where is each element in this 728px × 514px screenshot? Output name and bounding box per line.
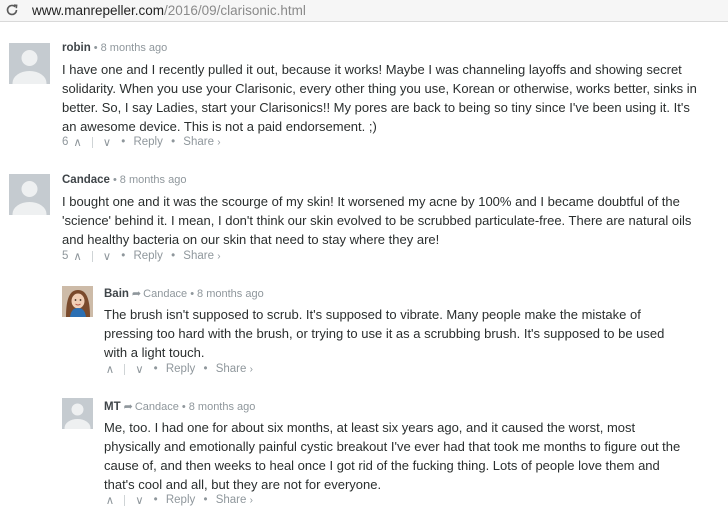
comment-meta: Candace • 8 months ago bbox=[62, 174, 186, 186]
upvote-icon[interactable]: ∧ bbox=[104, 362, 116, 376]
meta-dot: • bbox=[190, 288, 195, 300]
comment-line: solidarity. When you use your Clarisonic… bbox=[62, 81, 697, 96]
reply-button[interactable]: Reply bbox=[166, 363, 195, 375]
share-chevron-icon: › bbox=[249, 494, 253, 506]
footer-dot: • bbox=[203, 363, 208, 375]
parent-author-link[interactable]: Candace bbox=[135, 401, 179, 413]
timestamp[interactable]: 8 months ago bbox=[197, 288, 264, 300]
url-host: www.manrepeller.com bbox=[32, 3, 165, 18]
author-name[interactable]: MT bbox=[104, 401, 121, 413]
comment-line: with a light touch. bbox=[104, 345, 205, 360]
upvote-icon[interactable]: ∧ bbox=[72, 135, 84, 149]
downvote-icon[interactable]: ∨ bbox=[133, 493, 145, 507]
reply-button[interactable]: Reply bbox=[133, 250, 162, 262]
vote-count: 6 bbox=[62, 136, 69, 148]
address-bar[interactable]: www.manrepeller.com/2016/09/clarisonic.h… bbox=[0, 0, 728, 22]
url-text[interactable]: www.manrepeller.com/2016/09/clarisonic.h… bbox=[32, 3, 306, 18]
footer-dot: • bbox=[121, 250, 126, 262]
avatar[interactable] bbox=[62, 286, 93, 317]
comment-line: better. So, I say Ladies, start your Cla… bbox=[62, 100, 690, 115]
vote-divider bbox=[91, 250, 93, 262]
meta-dot: • bbox=[181, 401, 186, 413]
upvote-icon[interactable]: ∧ bbox=[104, 493, 116, 507]
share-chevron-icon: › bbox=[217, 136, 221, 148]
avatar[interactable] bbox=[9, 43, 50, 84]
reply-arrow-icon: ➦ bbox=[131, 288, 142, 300]
comment-line: and healthy bacteria on our skin that ne… bbox=[62, 232, 440, 247]
author-name[interactable]: Bain bbox=[104, 288, 129, 300]
comment-footer: 5 ∧ ∨ • Reply • Share › bbox=[62, 249, 221, 263]
avatar[interactable] bbox=[62, 398, 93, 429]
comment-body: I bought one and it was the scourge of m… bbox=[62, 192, 722, 249]
reload-icon[interactable] bbox=[4, 2, 20, 18]
comment-footer: ∧ ∨ • Reply • Share › bbox=[104, 493, 253, 507]
comment-footer: ∧ ∨ • Reply • Share › bbox=[104, 362, 253, 376]
share-button[interactable]: Share bbox=[183, 136, 214, 148]
avatar[interactable] bbox=[9, 174, 50, 215]
comment-body: I have one and I recently pulled it out,… bbox=[62, 60, 722, 136]
comment-line: Me, too. I had one for about six months,… bbox=[104, 420, 636, 435]
comment-body: The brush isn't supposed to scrub. It's … bbox=[104, 305, 724, 362]
meta-dot: • bbox=[112, 174, 117, 186]
meta-dot: • bbox=[93, 42, 98, 54]
timestamp[interactable]: 8 months ago bbox=[189, 401, 256, 413]
parent-author-link[interactable]: Candace bbox=[143, 288, 187, 300]
comment-line: an awesome device. This is not a paid en… bbox=[62, 119, 377, 134]
footer-dot: • bbox=[121, 136, 126, 148]
comment-line: 'science' behind it. I mean, I don't thi… bbox=[62, 213, 692, 228]
comment-meta: Bain ➦ Candace • 8 months ago bbox=[104, 287, 264, 300]
comment-meta: MT ➦ Candace • 8 months ago bbox=[104, 400, 255, 413]
reply-arrow-icon: ➦ bbox=[123, 401, 133, 413]
downvote-icon[interactable]: ∨ bbox=[133, 362, 145, 376]
share-button[interactable]: Share bbox=[216, 494, 247, 506]
footer-dot: • bbox=[171, 136, 176, 148]
reply-button[interactable]: Reply bbox=[133, 136, 162, 148]
footer-dot: • bbox=[171, 250, 176, 262]
footer-dot: • bbox=[203, 494, 208, 506]
comment-line: The brush isn't supposed to scrub. It's … bbox=[104, 307, 641, 322]
share-chevron-icon: › bbox=[249, 363, 253, 375]
downvote-icon[interactable]: ∨ bbox=[101, 249, 113, 263]
share-button[interactable]: Share bbox=[183, 250, 214, 262]
share-chevron-icon: › bbox=[217, 250, 221, 262]
comment-line: pressing too hard with the brush, or try… bbox=[104, 326, 665, 341]
comment-line: I bought one and it was the scourge of m… bbox=[62, 194, 680, 209]
comment-line: I have one and I recently pulled it out,… bbox=[62, 62, 682, 77]
timestamp[interactable]: 8 months ago bbox=[120, 174, 187, 186]
vote-divider bbox=[124, 494, 126, 506]
vote-count: 5 bbox=[62, 250, 69, 262]
comment-footer: 6 ∧ ∨ • Reply • Share › bbox=[62, 135, 221, 149]
footer-dot: • bbox=[153, 494, 158, 506]
vote-divider bbox=[91, 136, 93, 148]
reply-button[interactable]: Reply bbox=[166, 494, 195, 506]
comment-line: physically and emotionally painful cysti… bbox=[104, 439, 681, 454]
share-button[interactable]: Share bbox=[216, 363, 247, 375]
footer-dot: • bbox=[153, 363, 158, 375]
comment-body: Me, too. I had one for about six months,… bbox=[104, 418, 724, 494]
comment-line: cause of, and then weeks to heal once I … bbox=[104, 458, 660, 473]
comment-line: that's cool and all, but they are not fo… bbox=[104, 477, 382, 492]
upvote-icon[interactable]: ∧ bbox=[72, 249, 84, 263]
comment-meta: robin • 8 months ago bbox=[62, 42, 167, 54]
author-name[interactable]: Candace bbox=[62, 174, 110, 186]
author-name[interactable]: robin bbox=[62, 42, 91, 54]
timestamp[interactable]: 8 months ago bbox=[101, 42, 168, 54]
vote-divider bbox=[124, 363, 126, 375]
url-path: /2016/09/clarisonic.html bbox=[164, 3, 306, 18]
downvote-icon[interactable]: ∨ bbox=[101, 135, 113, 149]
